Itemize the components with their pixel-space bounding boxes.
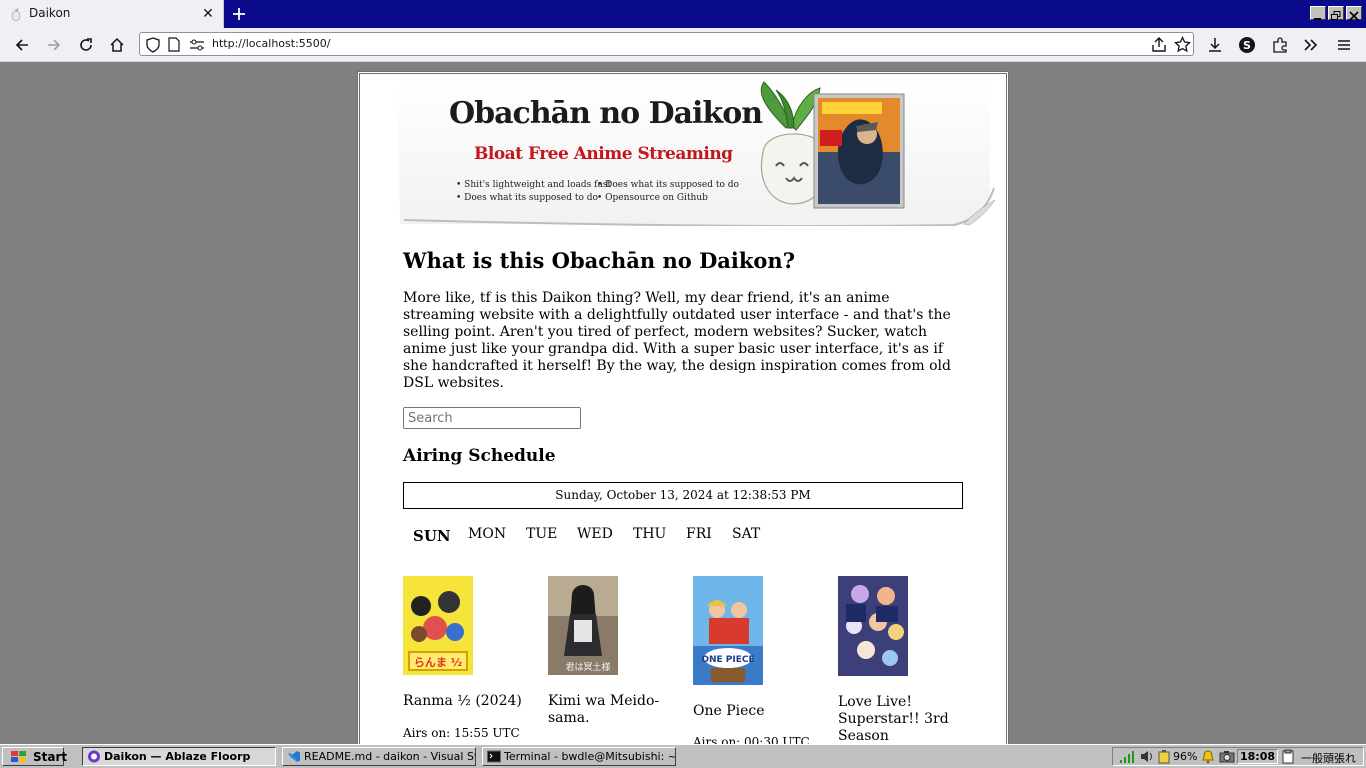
browser-tab-daikon[interactable]: Daikon ✕ (0, 0, 224, 28)
signal-icon[interactable] (1119, 749, 1137, 764)
banner-bullet: • Does what its supposed to do (597, 180, 739, 190)
browser-tab-strip: Daikon ✕ (0, 0, 1366, 28)
show-air-time: Airs on: 00:30 UTC (693, 735, 810, 744)
url-bar[interactable]: http://localhost:5500/ (139, 32, 1194, 56)
page-title: What is this Obachān no Daikon? (403, 248, 795, 273)
close-window-icon[interactable] (1346, 6, 1362, 21)
shield-icon[interactable] (146, 37, 160, 53)
floorp-icon (88, 750, 100, 763)
show-title[interactable]: Ranma ½ (2024) (403, 693, 533, 710)
dvd-cover-icon (813, 93, 905, 209)
taskbar: Start Daikon — Ablaze Floorp README.md -… (0, 744, 1366, 768)
show-title[interactable]: One Piece (693, 703, 823, 720)
task-label: README.md - daikon - Visual St... (304, 750, 476, 763)
svg-text:S: S (1243, 39, 1251, 52)
day-tab-fri[interactable]: FRI (686, 526, 712, 542)
minimize-icon[interactable] (1310, 6, 1326, 20)
current-datetime: Sunday, October 13, 2024 at 12:38:53 PM (403, 482, 963, 509)
battery-icon[interactable] (1157, 749, 1171, 764)
url-text: http://localhost:5500/ (212, 37, 331, 50)
bookmark-star-icon[interactable] (1174, 36, 1191, 53)
banner-bullet: • Opensource on Github (597, 193, 708, 203)
forward-icon[interactable] (45, 36, 63, 54)
svg-text:ONE PIECE: ONE PIECE (701, 655, 754, 665)
day-tab-thu[interactable]: THU (633, 526, 666, 542)
intro-paragraph: More like, tf is this Daikon thing? Well… (403, 290, 951, 391)
terminal-icon (487, 750, 501, 763)
vscode-icon (288, 751, 300, 762)
new-tab-icon[interactable] (229, 4, 249, 24)
show-air-time: Airs on: 15:55 UTC (403, 726, 520, 740)
start-button[interactable]: Start (2, 747, 68, 766)
system-tray: 96% 18:08 一般頭張れ (1112, 747, 1364, 766)
start-logo-icon (11, 751, 26, 762)
reload-icon[interactable] (77, 36, 95, 54)
show-title[interactable]: Love Live! Superstar!! 3rd Season (838, 694, 968, 744)
task-floorp[interactable]: Daikon — Ablaze Floorp (82, 747, 276, 766)
start-label: Start (33, 750, 68, 764)
task-vscode[interactable]: README.md - daikon - Visual St... (282, 747, 476, 766)
banner-bullet: • Does what its supposed to do (456, 193, 598, 203)
search-input[interactable] (403, 407, 581, 429)
downloads-icon[interactable] (1206, 36, 1224, 54)
ime-indicator[interactable]: 一般頭張れ (1301, 750, 1356, 766)
task-terminal[interactable]: Terminal - bwdle@Mitsubishi: ~/P... (482, 747, 676, 766)
screenshot-camera-icon[interactable] (1219, 749, 1235, 764)
permissions-icon[interactable] (189, 38, 205, 52)
task-label: Daikon — Ablaze Floorp (104, 750, 251, 763)
extensions-icon[interactable] (1271, 36, 1289, 54)
share-icon[interactable] (1151, 36, 1167, 53)
battery-percent: 96% (1173, 750, 1198, 763)
banner-bullet: • Shit's lightweight and loads fast (456, 180, 612, 190)
tab-close-icon[interactable]: ✕ (199, 5, 217, 23)
clipboard-icon[interactable] (1281, 749, 1295, 764)
overflow-chevrons-icon[interactable] (1302, 36, 1320, 54)
show-title[interactable]: Kimi wa Meido-sama. (548, 693, 678, 727)
home-icon[interactable] (108, 36, 126, 54)
banner-subtitle: Bloat Free Anime Streaming (474, 144, 733, 164)
day-tab-sun[interactable]: SUN (413, 527, 451, 545)
page-viewport: Obachān no Daikon Bloat Free Anime Strea… (0, 62, 1366, 744)
browser-nav-bar: http://localhost:5500/ S (0, 28, 1366, 62)
poster-one-piece-icon[interactable]: ONE PIECE (693, 576, 763, 685)
day-tab-tue[interactable]: TUE (526, 526, 557, 542)
svg-text:らんま ½: らんま ½ (414, 656, 462, 669)
volume-icon[interactable] (1139, 749, 1155, 764)
window-controls (1310, 6, 1362, 22)
poster-love-live-superstar-icon[interactable] (838, 576, 908, 676)
restore-icon[interactable] (1328, 6, 1344, 20)
day-tab-sat[interactable]: SAT (732, 526, 760, 542)
page-icon[interactable] (168, 37, 180, 52)
day-tab-wed[interactable]: WED (577, 526, 613, 542)
clock[interactable]: 18:08 (1237, 749, 1279, 764)
site-banner: Obachān no Daikon Bloat Free Anime Strea… (394, 78, 998, 226)
schedule-heading: Airing Schedule (403, 446, 556, 466)
daikon-favicon-icon (11, 7, 21, 22)
day-tab-mon[interactable]: MON (468, 526, 506, 542)
back-icon[interactable] (13, 36, 31, 54)
task-label: Terminal - bwdle@Mitsubishi: ~/P... (504, 750, 675, 763)
poster-ranma-icon[interactable]: らんま ½ (403, 576, 473, 675)
svg-text:君は冥土様: 君は冥土様 (565, 661, 610, 673)
account-icon[interactable]: S (1238, 36, 1256, 54)
poster-kimi-wa-meido-sama-icon[interactable]: 君は冥土様 (548, 576, 618, 675)
tab-title: Daikon (29, 6, 71, 20)
menu-icon[interactable] (1335, 36, 1353, 54)
page-container: Obachān no Daikon Bloat Free Anime Strea… (357, 71, 1009, 744)
notification-bell-icon[interactable] (1201, 749, 1215, 764)
banner-title: Obachān no Daikon (449, 96, 763, 131)
